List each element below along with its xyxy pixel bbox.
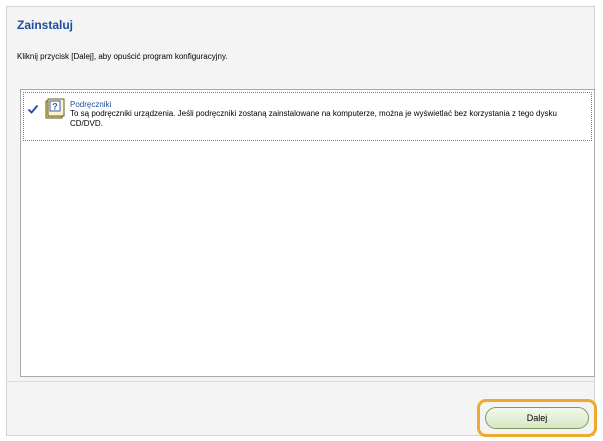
installer-window: Zainstaluj Kliknij przycisk [Dalej], aby… [6,6,597,437]
instruction-text: Kliknij przycisk [Dalej], aby opuścić pr… [17,52,228,61]
manual-book-icon: ? [45,98,65,119]
component-list: ? Podręczniki To są podręczniki urządzen… [20,89,595,377]
next-button-highlight: Dalej [477,399,597,437]
component-description: To są podręczniki urządzenia. Jeśli podr… [70,109,557,128]
page-title: Zainstaluj [17,18,74,32]
component-title: Podręczniki [70,100,112,109]
list-item[interactable]: ? Podręczniki To są podręczniki urządzen… [23,92,592,141]
next-button[interactable]: Dalej [485,407,589,429]
footer-divider [7,381,594,382]
checkmark-icon[interactable] [27,103,39,115]
svg-text:?: ? [52,102,58,112]
